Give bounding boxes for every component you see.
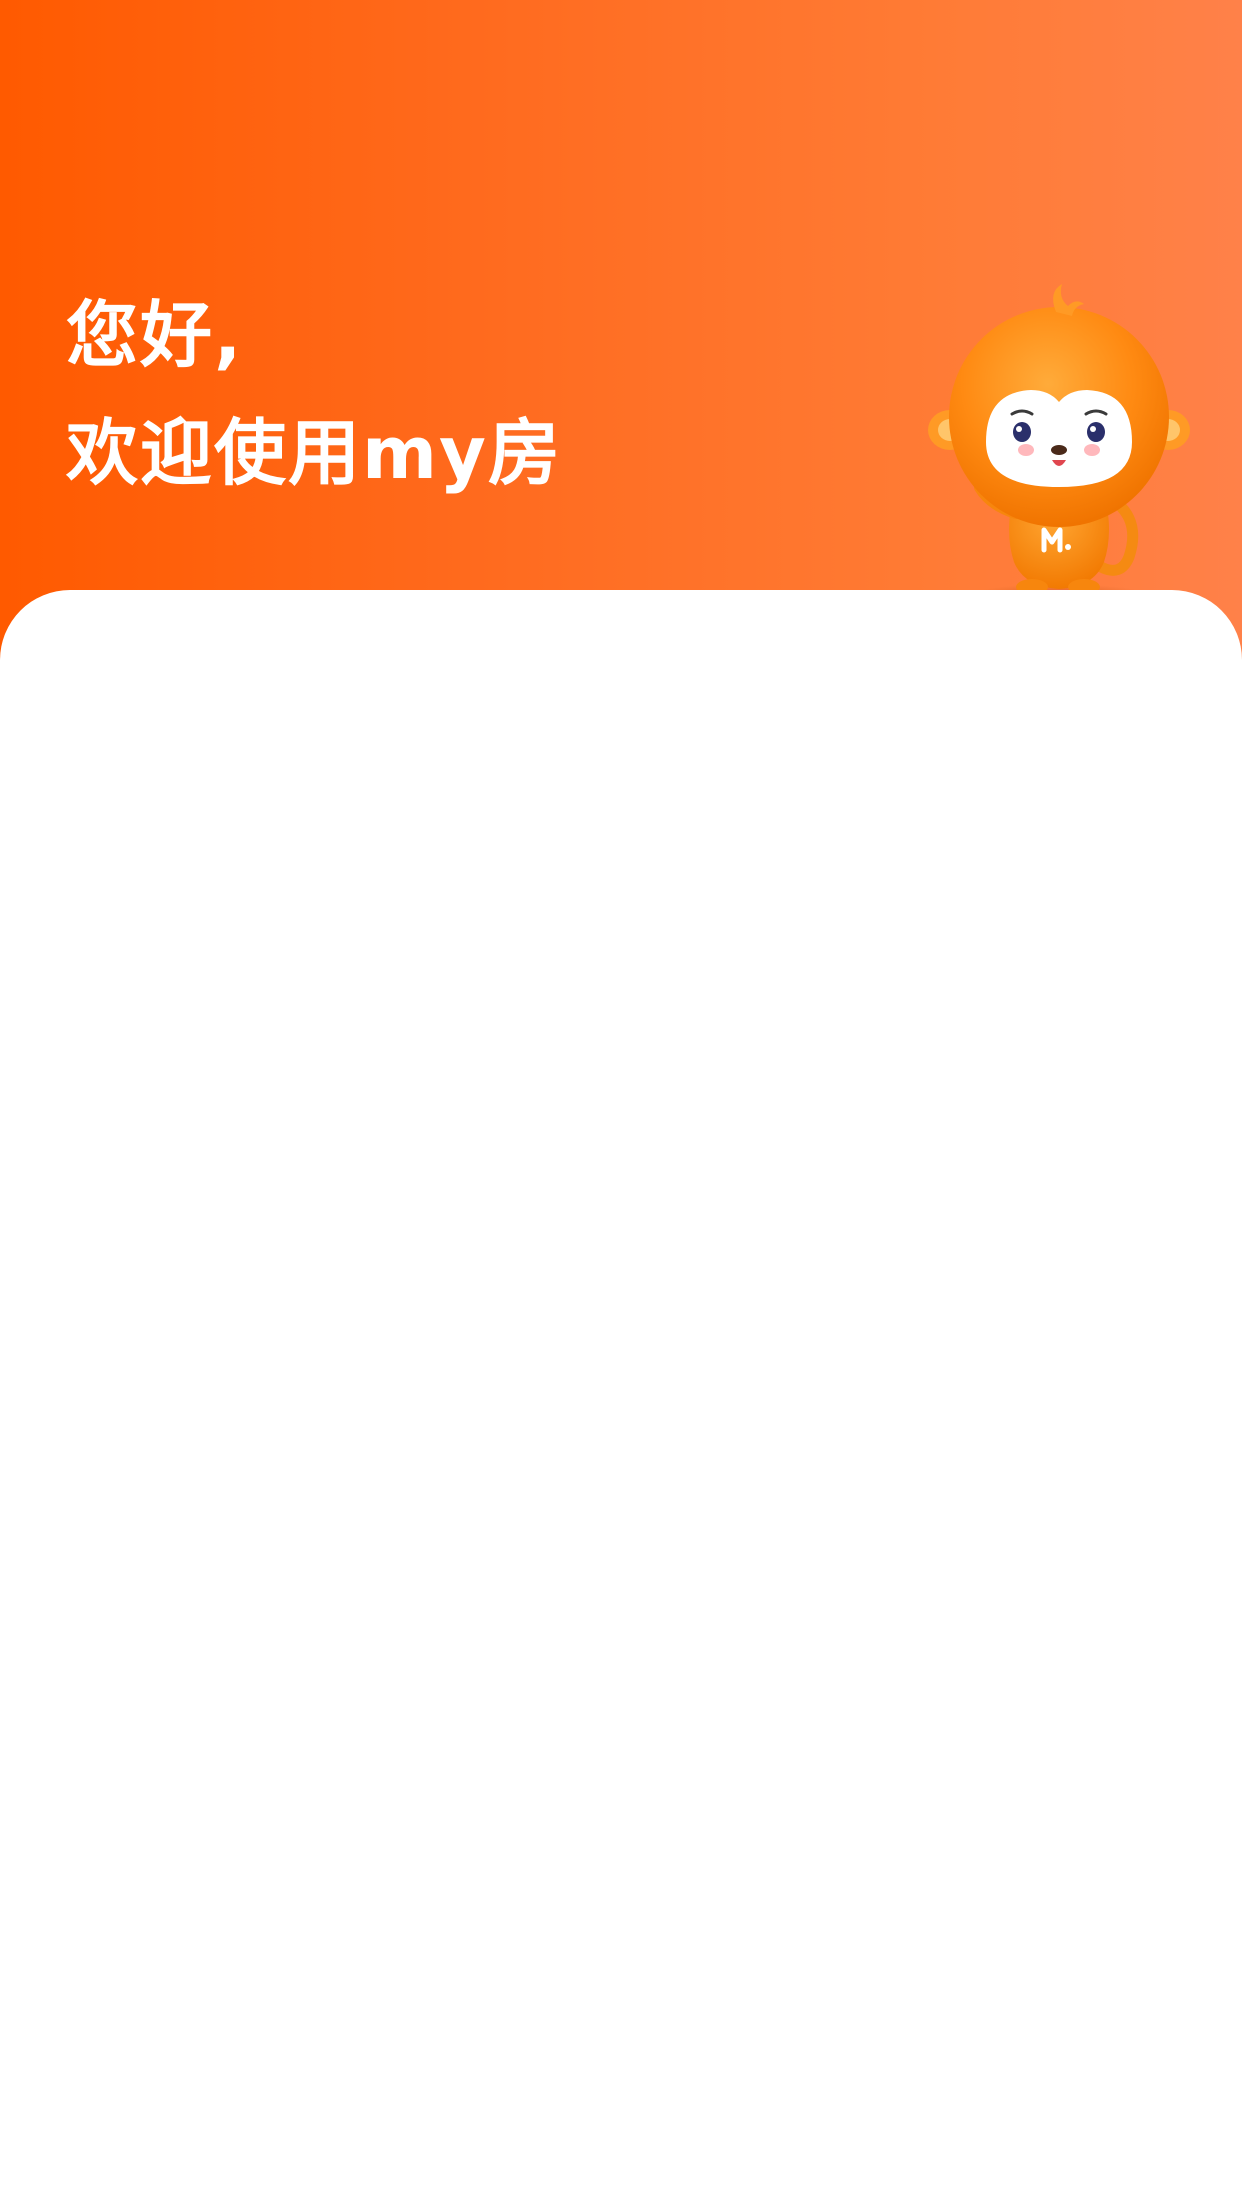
monkey-mascot-icon bbox=[928, 284, 1190, 602]
greeting-welcome: 欢迎使用my房 bbox=[66, 411, 562, 495]
header-banner: 您好, 欢迎使用my房 bbox=[0, 0, 1242, 660]
content-card bbox=[0, 590, 1242, 2208]
greeting-hello: 您好, bbox=[66, 293, 244, 377]
welcome-screen: 您好, 欢迎使用my房 bbox=[0, 0, 1242, 2208]
welcome-greeting: 您好, 欢迎使用my房 bbox=[66, 290, 562, 498]
